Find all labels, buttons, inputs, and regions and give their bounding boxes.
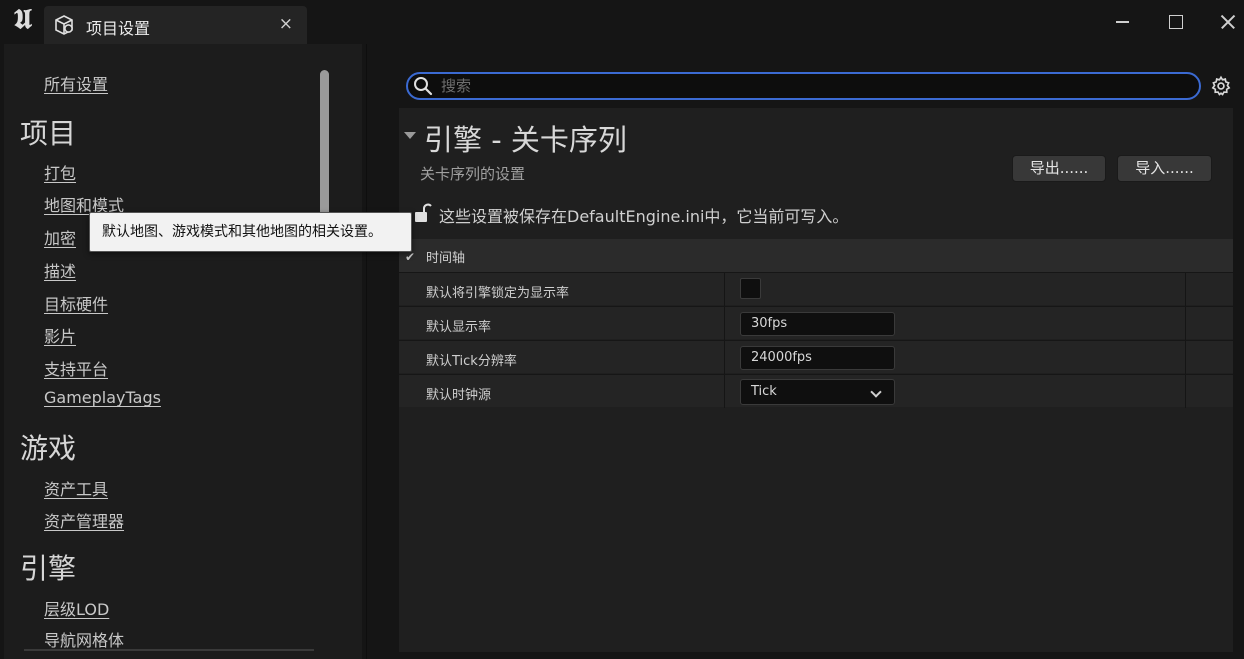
panel-divider[interactable] <box>366 44 367 659</box>
title-bar: 𝖀 项目设置 × <box>0 0 1244 44</box>
tab-close-icon[interactable]: × <box>279 14 293 34</box>
sidebar-item-navigation-mesh[interactable]: 导航网格体 <box>44 627 124 651</box>
page-title: 引擎 - 关卡序列 <box>424 123 627 157</box>
project-settings-icon <box>55 15 73 35</box>
maximize-button[interactable] <box>1158 8 1192 36</box>
sidebar-bottom-divider <box>24 649 314 651</box>
save-location-message: 这些设置被保存在DefaultEngine.ini中，它当前可写入。 <box>439 207 849 226</box>
collapse-arrow-icon[interactable] <box>404 132 416 139</box>
sidebar-item-movies[interactable]: 影片 <box>44 323 76 347</box>
sidebar-item-packaging[interactable]: 打包 <box>44 160 76 184</box>
property-row-lock-engine: 默认将引擎锁定为显示率 <box>399 272 1233 306</box>
page-subtitle: 关卡序列的设置 <box>420 165 526 183</box>
column-divider <box>1185 375 1186 408</box>
tooltip: 默认地图、游戏模式和其他地图的相关设置。 <box>89 212 412 252</box>
sidebar-section-game: 游戏 <box>20 432 77 465</box>
tab-project-settings[interactable]: 项目设置 × <box>44 6 307 44</box>
sidebar-item-all-settings[interactable]: 所有设置 <box>44 71 108 95</box>
category-label: 时间轴 <box>426 251 466 266</box>
column-divider <box>1185 273 1186 306</box>
sidebar-item-description[interactable]: 描述 <box>44 258 76 282</box>
dropdown-value: Tick <box>751 384 777 399</box>
minimize-button[interactable] <box>1105 8 1139 36</box>
sidebar-item-asset-manager[interactable]: 资产管理器 <box>44 508 124 532</box>
sidebar-item-hlod[interactable]: 层级LOD <box>44 596 109 620</box>
category-header-timeline[interactable] <box>399 239 1233 272</box>
sidebar-section-engine: 引擎 <box>20 552 77 585</box>
sidebar-item-target-hardware[interactable]: 目标硬件 <box>44 291 108 315</box>
sidebar-scrollbar[interactable] <box>320 70 329 222</box>
sidebar-item-gameplay-tags[interactable]: GameplayTags <box>44 388 161 407</box>
search-input[interactable] <box>441 76 1181 96</box>
column-divider <box>1185 307 1186 340</box>
clock-source-dropdown[interactable]: Tick <box>740 379 895 405</box>
import-button[interactable]: 导入...... <box>1117 155 1212 182</box>
gear-icon[interactable] <box>1210 75 1232 97</box>
column-divider <box>1185 341 1186 374</box>
export-button[interactable]: 导出...... <box>1012 155 1106 182</box>
property-name: 默认Tick分辨率 <box>426 354 517 369</box>
property-row-clock-source: 默认时钟源 Tick <box>399 374 1233 408</box>
sidebar-section-project: 项目 <box>20 117 77 150</box>
property-row-tick-resolution: 默认Tick分辨率 24000fps <box>399 340 1233 374</box>
property-name: 默认将引擎锁定为显示率 <box>426 286 570 301</box>
column-splitter[interactable] <box>724 375 725 408</box>
property-name: 默认时钟源 <box>426 388 492 403</box>
lock-engine-checkbox[interactable] <box>740 278 761 299</box>
property-name: 默认显示率 <box>426 320 492 335</box>
expand-arrow-icon[interactable]: ✔ <box>405 250 415 264</box>
sidebar-item-crypto[interactable]: 加密 <box>44 225 76 249</box>
sidebar-item-supported-platforms[interactable]: 支持平台 <box>44 356 108 380</box>
property-row-display-rate: 默认显示率 30fps <box>399 306 1233 340</box>
display-rate-field[interactable]: 30fps <box>740 312 895 336</box>
close-window-button[interactable] <box>1210 8 1244 36</box>
search-icon <box>414 77 433 96</box>
tab-title: 项目设置 <box>86 19 151 38</box>
chevron-down-icon <box>870 386 882 398</box>
column-splitter[interactable] <box>724 341 725 374</box>
tick-resolution-field[interactable]: 24000fps <box>740 346 895 370</box>
column-splitter[interactable] <box>724 307 725 340</box>
sidebar-item-asset-tools[interactable]: 资产工具 <box>44 476 108 500</box>
unlock-icon <box>415 203 432 222</box>
column-splitter[interactable] <box>724 273 725 306</box>
unreal-logo-icon[interactable]: 𝖀 <box>8 5 38 35</box>
